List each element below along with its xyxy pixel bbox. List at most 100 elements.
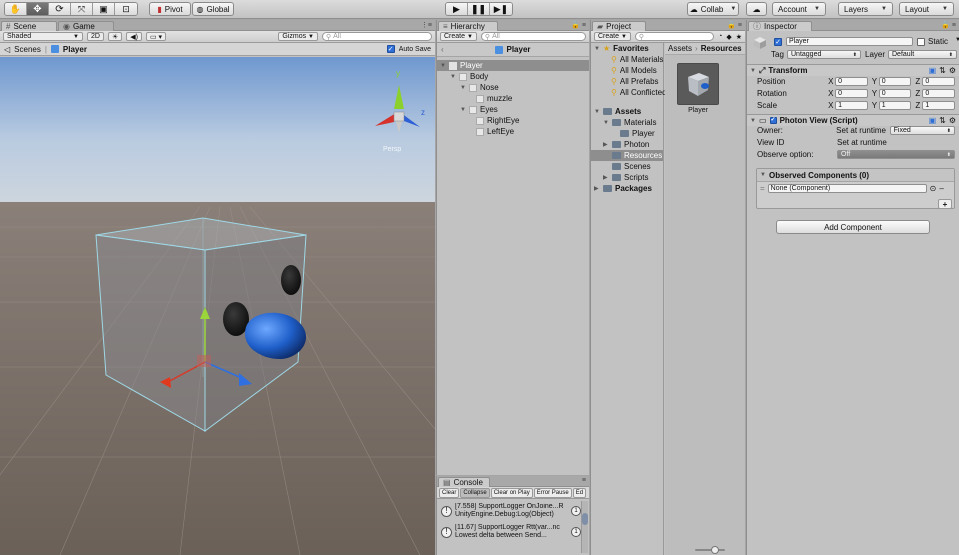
asset-name-player[interactable]: Player [671, 107, 725, 114]
scene-search-input[interactable]: ⚲ All [322, 32, 432, 41]
tree-item-muzzle[interactable]: muzzle [437, 93, 589, 104]
tag-dropdown[interactable]: Untagged ⬍ [787, 50, 861, 59]
folder-player[interactable]: Player [591, 128, 663, 139]
layer-dropdown[interactable]: Default ⬍ [888, 50, 957, 59]
remove-icon[interactable]: – [939, 184, 943, 193]
gear-icon[interactable]: ⚙ [949, 66, 956, 75]
position-y-field[interactable]: 0 [878, 77, 912, 86]
chevron-down-icon[interactable]: ▼ [460, 107, 466, 113]
scale-y-field[interactable]: 1 [878, 101, 912, 110]
folder-scripts[interactable]: ▶ Scripts [591, 172, 663, 183]
left-eye[interactable] [223, 302, 249, 336]
cloud-button[interactable]: ☁ [746, 2, 767, 16]
clear-on-play-button[interactable]: Clear on Play [490, 488, 533, 498]
favorite-all-conflicted[interactable]: ⚲ All Conflicted [591, 87, 667, 98]
assets-section[interactable]: ▼ Assets [591, 106, 663, 117]
add-observed-button[interactable]: + [938, 199, 952, 209]
chevron-down-icon[interactable]: ▼ [750, 68, 756, 74]
chevron-down-icon[interactable]: ▼ [440, 63, 446, 69]
tree-item-player[interactable]: ▼ Player [437, 60, 589, 71]
right-eye[interactable] [281, 265, 301, 295]
help-icon[interactable]: ▣ [929, 116, 937, 125]
persp-label[interactable]: Persp [383, 146, 401, 153]
log-entry[interactable]: ! [11.67] SupportLogger Rtt(var...nc Low… [437, 522, 581, 542]
photon-view-enabled-checkbox[interactable]: ✓ [769, 117, 777, 124]
panel-menu-icon[interactable]: 🔒 ≡ [727, 21, 742, 29]
hierarchy-search-input[interactable]: ⚲ All [480, 32, 586, 41]
panel-menu-icon[interactable]: 🔒 ≡ [571, 21, 586, 29]
tab-console[interactable]: ▤ Console [438, 477, 490, 487]
tab-scene[interactable]: # Scene [1, 21, 57, 31]
collab-dropdown[interactable]: ☁ Collab ▼ [687, 2, 739, 16]
panel-menu-icon[interactable]: ⋮≡ [421, 21, 432, 29]
folder-materials[interactable]: ▼ Materials [591, 117, 663, 128]
help-icon[interactable]: ▣ [929, 66, 937, 75]
crumb-scenes[interactable]: Scenes [14, 45, 41, 54]
crumb-resources[interactable]: Resources [701, 44, 742, 53]
create-dropdown[interactable]: Create ▼ [594, 32, 631, 41]
scale-z-field[interactable]: 1 [922, 101, 955, 110]
rect-tool-button[interactable]: ▣ [93, 3, 115, 15]
chevron-down-icon[interactable]: ▼ [594, 46, 600, 52]
tree-item-righteye[interactable]: RightEye [437, 115, 589, 126]
folder-resources[interactable]: Resources [591, 150, 663, 161]
pause-button[interactable]: ❚❚ [468, 3, 490, 15]
observed-components-header[interactable]: ▼ Observed Components (0) [757, 169, 954, 182]
tab-project[interactable]: ▰ Project [592, 21, 646, 31]
tree-item-nose[interactable]: ▼ Nose [437, 82, 589, 93]
shading-dropdown[interactable]: Shaded ▼ [3, 32, 83, 41]
preset-icon[interactable]: ⇅ [939, 66, 946, 75]
console-scrollbar[interactable] [581, 501, 588, 553]
tab-inspector[interactable]: ⓘ Inspector [748, 21, 812, 31]
asset-thumbnail-player[interactable] [677, 63, 719, 105]
scale-tool-button[interactable]: ⤧ [71, 3, 93, 15]
drag-handle-icon[interactable]: = [760, 184, 765, 193]
global-button[interactable]: ◍ Global [192, 2, 234, 16]
back-icon[interactable]: ‹ [441, 45, 444, 54]
error-pause-button[interactable]: Error Pause [533, 488, 572, 498]
tree-item-eyes[interactable]: ▼ Eyes [437, 104, 589, 115]
favorites-section[interactable]: ▼ ★ Favorites [591, 43, 663, 54]
audio-toggle[interactable]: ◀) [126, 32, 142, 41]
chevron-right-icon[interactable]: ▶ [594, 185, 600, 192]
hand-tool-button[interactable]: ✋ [5, 3, 27, 15]
rotation-z-field[interactable]: 0 [922, 89, 955, 98]
scale-x-field[interactable]: 1 [835, 101, 868, 110]
chevron-down-icon[interactable]: ▼ [594, 109, 600, 115]
scrollbar-thumb[interactable] [582, 513, 588, 525]
transform-header[interactable]: ▼ ⤢ Transform ▣ ⇅ ⚙ [747, 64, 959, 76]
play-button[interactable]: ▶ [446, 3, 468, 15]
back-icon[interactable]: ◁ [4, 45, 10, 54]
favorite-all-prefabs[interactable]: ⚲ All Prefabs [591, 76, 663, 87]
rotation-y-field[interactable]: 0 [878, 89, 912, 98]
account-dropdown[interactable]: Account ▼ [772, 2, 826, 16]
pivot-button[interactable]: ▮ Pivot [149, 2, 191, 16]
rotation-x-field[interactable]: 0 [835, 89, 868, 98]
panel-menu-icon[interactable]: 🔒 ≡ [941, 21, 956, 29]
move-tool-button[interactable]: ✥ [27, 3, 49, 15]
favorite-all-models[interactable]: ⚲ All Models [591, 65, 663, 76]
create-dropdown[interactable]: Create ▼ [440, 32, 477, 41]
project-search-input[interactable]: ⚲ [634, 32, 715, 41]
chevron-down-icon[interactable]: ▼ [760, 172, 766, 178]
component-object-field[interactable]: None (Component) [767, 184, 927, 193]
panel-menu-icon[interactable]: ≡ [582, 477, 586, 484]
object-picker-icon[interactable]: ⊙ [930, 184, 937, 193]
object-name-field[interactable]: Player [786, 37, 913, 46]
label-icon[interactable]: ◆ [726, 33, 731, 41]
preset-icon[interactable]: ⇅ [939, 116, 946, 125]
thumbnail-size-slider[interactable] [695, 546, 725, 554]
chevron-right-icon[interactable]: ▶ [603, 141, 609, 148]
packages-section[interactable]: ▶ Packages [591, 183, 663, 194]
log-entry[interactable]: ! [7.558] SupportLogger OnJoine...R Unit… [437, 501, 581, 521]
static-checkbox[interactable] [917, 38, 925, 46]
slider-thumb[interactable] [711, 546, 719, 554]
rotate-tool-button[interactable]: ⟳ [49, 3, 71, 15]
filter-type-icon[interactable]: ◔ [718, 33, 722, 40]
transform-tool-button[interactable]: ⊡ [115, 3, 137, 15]
layers-dropdown[interactable]: Layers ▼ [838, 2, 893, 16]
crumb-assets[interactable]: Assets [668, 44, 692, 53]
collapse-button[interactable]: Collapse [460, 488, 490, 498]
favorite-all-materials[interactable]: ⚲ All Materials [591, 54, 663, 65]
tab-game[interactable]: ◉ Game [58, 21, 114, 31]
